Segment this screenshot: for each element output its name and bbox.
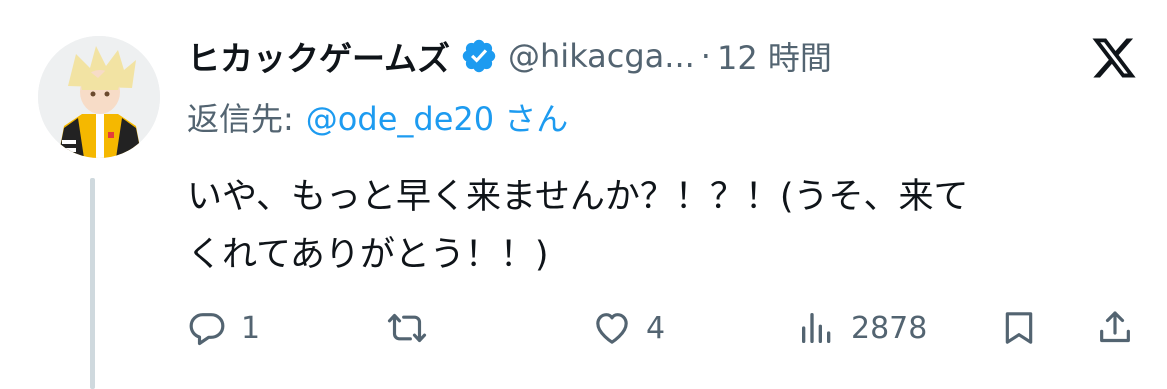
separator-dot: · <box>700 37 711 75</box>
retweet-icon <box>387 313 427 343</box>
timestamp[interactable]: 12 時間 <box>717 33 832 79</box>
like-icon <box>596 313 628 344</box>
bookmark-icon <box>1005 312 1033 344</box>
share-icon <box>1100 311 1130 343</box>
handle[interactable]: @hikacga... <box>508 37 695 75</box>
like-count: 4 <box>646 310 666 346</box>
thread-line <box>90 178 95 389</box>
views-icon <box>802 313 831 343</box>
like-button[interactable]: 4 <box>592 304 665 352</box>
view-count: 2878 <box>851 310 928 346</box>
verified-badge-icon <box>462 39 496 73</box>
x-logo-icon[interactable] <box>1090 34 1138 82</box>
tweet-text: いや、もっと早く来ませんか？！？！(うそ、来て くれてありがとう！！) <box>187 168 1147 284</box>
tweet-header: ヒカックゲームズ @hikacga... · 12 時間 <box>187 30 832 82</box>
views-button[interactable]: 2878 <box>797 304 927 352</box>
display-name[interactable]: ヒカックゲームズ <box>187 32 450 80</box>
reply-count: 1 <box>241 310 261 346</box>
tweet-text-line-2: くれてありがとう！！) <box>187 235 549 275</box>
share-button[interactable] <box>1095 304 1135 352</box>
reply-icon <box>189 313 225 346</box>
action-bar: 1 4 2878 <box>187 304 1147 352</box>
reply-mention-link[interactable]: @ode_de20 さん <box>306 100 568 138</box>
retweet-button[interactable] <box>387 304 441 352</box>
reply-to-label: 返信先: <box>187 100 294 138</box>
avatar[interactable] <box>38 36 160 158</box>
bookmark-button[interactable] <box>999 304 1039 352</box>
reply-to: 返信先: @ode_de20 さん <box>187 94 568 140</box>
tweet-text-line-1: いや、もっと早く来ませんか？！？！(うそ、来て <box>187 177 969 217</box>
reply-button[interactable]: 1 <box>187 304 260 352</box>
avatar-image <box>38 36 160 158</box>
